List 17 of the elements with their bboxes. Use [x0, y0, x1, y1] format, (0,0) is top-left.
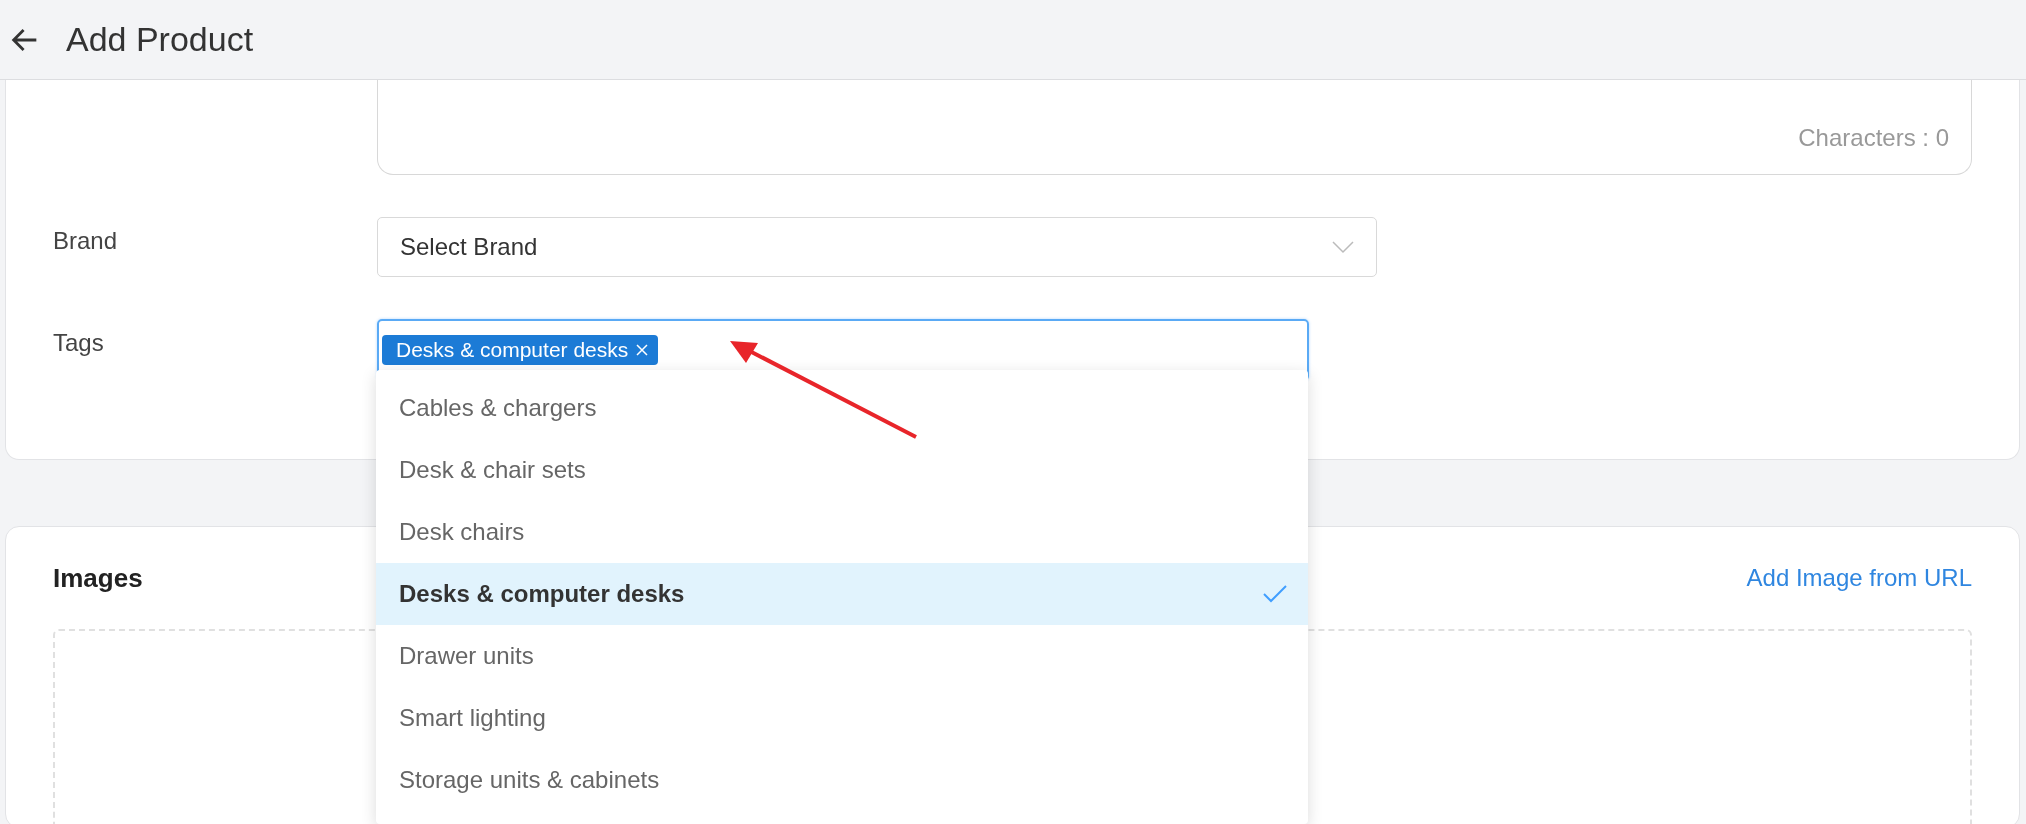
tag-chip[interactable]: Desks & computer desks — [382, 335, 659, 365]
check-icon — [1262, 584, 1288, 604]
dropdown-option[interactable]: Drawer units — [376, 625, 1308, 687]
field-label: Tags — [53, 328, 105, 357]
brand-select[interactable]: Select Brand — [377, 217, 1377, 277]
chevron-down-icon — [1332, 240, 1354, 254]
dropdown-option[interactable]: Smart lighting — [376, 687, 1308, 749]
add-image-link[interactable]: Add Image from URL — [1746, 564, 1972, 592]
page-title: Add Product — [66, 20, 254, 59]
dropdown-option[interactable]: Desks & computer desks — [376, 563, 1308, 625]
field-label: Brand — [53, 226, 119, 255]
dropdown-option[interactable]: Storage units & cabinets — [376, 749, 1308, 811]
dropdown-option[interactable]: Desk & chair sets — [376, 439, 1308, 501]
dropdown-option[interactable]: Desk chairs — [376, 501, 1308, 563]
character-counter: Characters : 0 — [1798, 124, 1949, 152]
section-title: Images — [53, 562, 143, 594]
close-icon[interactable] — [636, 344, 649, 356]
